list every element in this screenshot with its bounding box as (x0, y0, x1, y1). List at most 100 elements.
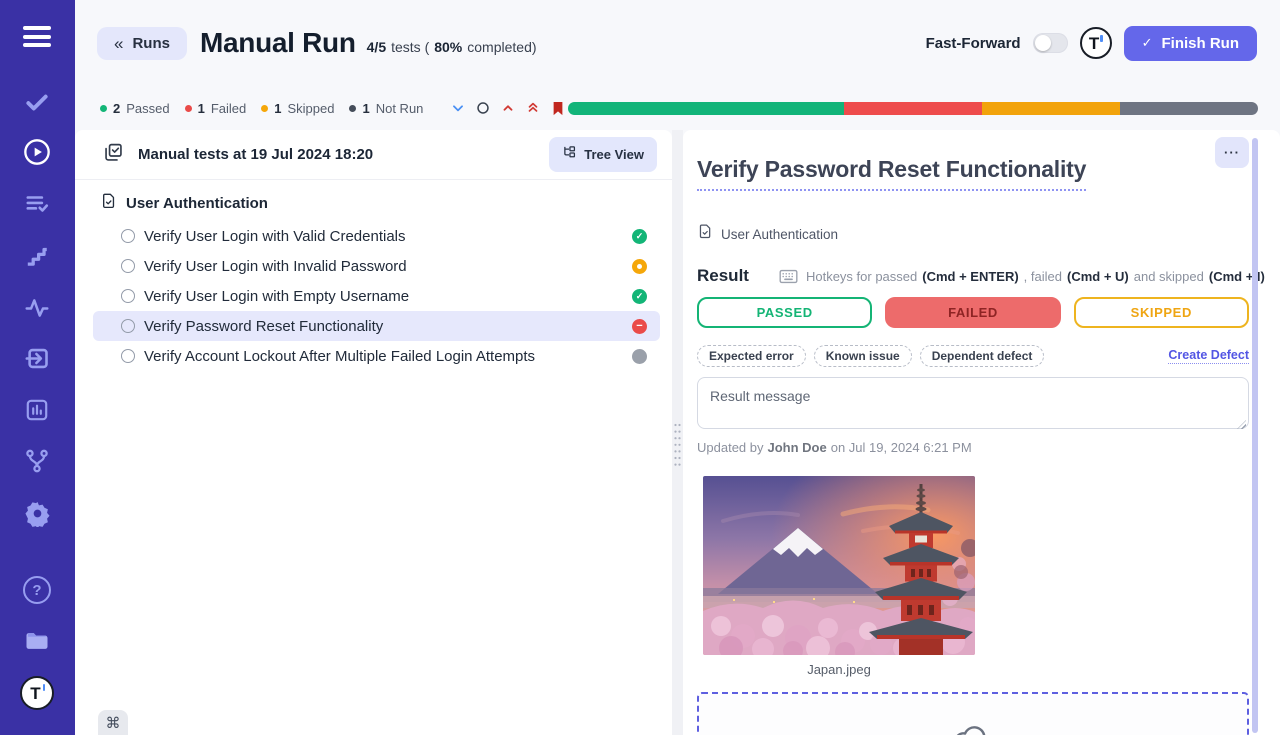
app-root: ? T « Runs Manual Run 4/5 tests ( 80% co… (0, 0, 1280, 735)
status-failed-icon: − (632, 319, 647, 334)
test-title: Verify Password Reset Functionality (144, 318, 632, 335)
test-detail-title: Verify Password Reset Functionality (697, 156, 1086, 191)
status-skipped-icon (632, 259, 647, 274)
keyboard-icon (779, 269, 798, 284)
logo-tick (43, 684, 46, 691)
radio-icon[interactable] (121, 259, 135, 273)
radio-icon[interactable] (121, 319, 135, 333)
chevron-down-icon[interactable] (450, 100, 466, 116)
failed-dot (185, 105, 192, 112)
finish-run-button[interactable]: ✓ Finish Run (1124, 26, 1257, 61)
tests-label: tests ( (391, 39, 429, 55)
tag-expected-error[interactable]: Expected error (697, 345, 806, 367)
tests-ratio: 4/5 (367, 39, 386, 55)
check-icon: ✓ (1142, 35, 1153, 51)
passed-value: 2 (113, 101, 120, 116)
notrun-dot (349, 105, 356, 112)
cmd-icon: ⌘ (106, 714, 121, 732)
folder-icon[interactable] (23, 627, 51, 655)
toggle-knob (1035, 35, 1051, 51)
activity-icon[interactable] (23, 294, 51, 322)
failed-label: Failed (211, 101, 246, 116)
failed-button[interactable]: FAILED (885, 297, 1060, 328)
back-to-runs-button[interactable]: « Runs (97, 27, 187, 60)
test-title: Verify User Login with Empty Username (144, 288, 632, 305)
attachment-image[interactable] (703, 476, 975, 655)
test-title: Verify User Login with Valid Credentials (144, 228, 632, 245)
notrun-value: 1 (362, 101, 369, 116)
test-row-selected[interactable]: Verify Password Reset Functionality − (93, 311, 660, 341)
radio-icon[interactable] (121, 289, 135, 303)
test-title: Verify Account Lockout After Multiple Fa… (144, 348, 632, 365)
tree-view-button[interactable]: Tree View (549, 137, 657, 172)
notrun-count: 1 Not Run (349, 101, 423, 116)
chevron-up-icon[interactable] (500, 100, 516, 116)
test-list-panel: Manual tests at 19 Jul 2024 18:20 Tree V… (75, 130, 672, 735)
command-shortcut-button[interactable]: ⌘ (98, 710, 128, 735)
fast-forward-label: Fast-Forward (926, 35, 1021, 52)
test-row[interactable]: Verify User Login with Valid Credentials… (93, 221, 660, 251)
git-branch-icon[interactable] (23, 447, 51, 475)
skipped-count: 1 Skipped (261, 101, 334, 116)
progress-passed-segment (568, 102, 844, 115)
completed-pct: 80% (434, 39, 462, 55)
top-header: « Runs Manual Run 4/5 tests ( 80% comple… (75, 0, 1280, 86)
status-row: 2 Passed 1 Failed 1 Skipped 1 Not Run (75, 86, 1280, 130)
menu-icon[interactable] (23, 26, 51, 52)
test-title: Verify User Login with Invalid Password (144, 258, 632, 275)
skipped-value: 1 (274, 101, 281, 116)
tag-dependent-defect[interactable]: Dependent defect (920, 345, 1045, 367)
logo-tick (1100, 35, 1103, 42)
create-defect-link[interactable]: Create Defect (1168, 348, 1249, 364)
upload-dropzone[interactable]: Browse a file or drop it here. Click her… (697, 692, 1249, 735)
clipboard-check-icon (103, 142, 124, 168)
test-row[interactable]: Verify User Login with Invalid Password (93, 251, 660, 281)
check-icon[interactable] (23, 88, 51, 116)
brand-logo[interactable]: T (20, 676, 54, 710)
panel-splitter[interactable] (672, 130, 683, 735)
progress-notrun-segment (1120, 102, 1258, 115)
help-icon[interactable]: ? (23, 576, 51, 604)
back-chevrons-icon: « (114, 35, 123, 52)
main-area: « Runs Manual Run 4/5 tests ( 80% comple… (75, 0, 1280, 735)
finish-run-label: Finish Run (1162, 35, 1240, 52)
attachment-filename: Japan.jpeg (703, 662, 975, 677)
file-check-icon (697, 223, 713, 245)
suite-row[interactable]: User Authentication (100, 192, 657, 215)
test-row[interactable]: Verify Account Lockout After Multiple Fa… (93, 341, 660, 371)
tag-known-issue[interactable]: Known issue (814, 345, 912, 367)
bar-chart-icon[interactable] (23, 396, 51, 424)
list-check-icon[interactable] (23, 190, 51, 218)
radio-icon[interactable] (121, 229, 135, 243)
page-title: Manual Run (200, 27, 356, 59)
vertical-scrollbar[interactable] (1252, 138, 1258, 733)
skipped-button[interactable]: SKIPPED (1074, 297, 1249, 328)
run-header: Manual tests at 19 Jul 2024 18:20 Tree V… (75, 130, 672, 180)
status-passed-icon: ✓ (632, 229, 647, 244)
fast-forward-toggle[interactable] (1033, 33, 1068, 53)
completed-label: completed) (467, 39, 536, 55)
circle-icon[interactable] (475, 100, 491, 116)
radio-icon[interactable] (121, 349, 135, 363)
updated-user: John Doe (768, 440, 827, 455)
bookmark-icon[interactable] (550, 100, 566, 116)
breadcrumb-label: User Authentication (721, 227, 838, 242)
passed-count: 2 Passed (100, 101, 170, 116)
status-notrun-icon (632, 349, 647, 364)
gear-icon[interactable] (23, 499, 51, 527)
progress-failed-segment (844, 102, 982, 115)
failed-value: 1 (198, 101, 205, 116)
run-progress-summary: 4/5 tests ( 80% completed) (367, 31, 537, 55)
testomat-badge[interactable]: T (1080, 27, 1112, 59)
more-options-button[interactable]: ··· (1215, 137, 1249, 168)
test-row[interactable]: Verify User Login with Empty Username ✓ (93, 281, 660, 311)
sign-in-icon[interactable] (23, 344, 51, 372)
skipped-label: Skipped (288, 101, 335, 116)
chevrons-up-icon[interactable] (525, 100, 541, 116)
steps-icon[interactable] (23, 242, 51, 270)
passed-button[interactable]: PASSED (697, 297, 872, 328)
breadcrumb[interactable]: User Authentication (697, 223, 1249, 245)
ellipsis-icon: ··· (1224, 145, 1240, 160)
play-circle-icon[interactable] (23, 138, 51, 166)
result-message-input[interactable] (697, 377, 1249, 429)
